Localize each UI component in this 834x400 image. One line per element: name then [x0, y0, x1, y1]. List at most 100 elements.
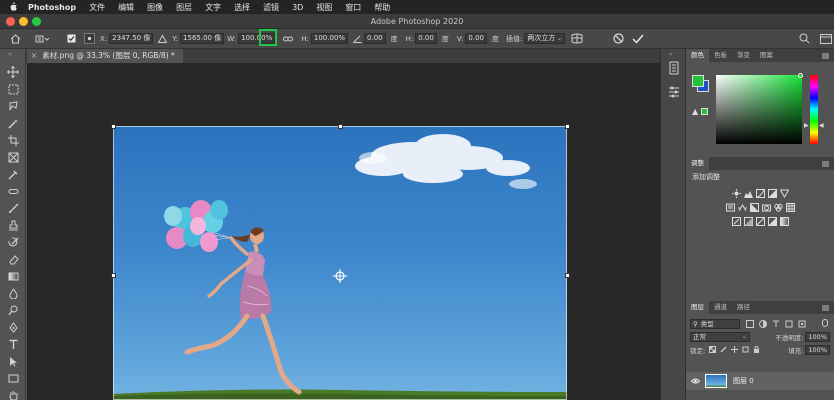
angle-field[interactable]: 0.00: [364, 33, 386, 44]
foreground-color-swatch[interactable]: [692, 75, 704, 87]
adjustment-filter-icon[interactable]: [759, 319, 767, 328]
blur-tool-icon[interactable]: [6, 286, 20, 300]
filter-toggle-icon[interactable]: [822, 318, 828, 329]
reference-point-icon[interactable]: [84, 33, 95, 44]
interpolation-select[interactable]: 两次立方 ⌄: [524, 33, 566, 44]
gamut-color-swatch[interactable]: [701, 108, 708, 115]
fill-field[interactable]: 100%: [805, 344, 830, 355]
reference-point-crosshair-icon[interactable]: [333, 269, 347, 283]
apple-icon[interactable]: [8, 2, 18, 12]
eraser-tool-icon[interactable]: [6, 252, 20, 266]
exposure-icon[interactable]: [767, 189, 777, 198]
pixel-filter-icon[interactable]: [746, 319, 754, 328]
color-picker-ring[interactable]: [798, 73, 803, 78]
lock-transparency-icon[interactable]: [709, 346, 717, 353]
layer-kind-filter[interactable]: ⚲ 类型: [690, 318, 740, 329]
collapse-rail-icon[interactable]: «: [669, 51, 673, 58]
black-white-icon[interactable]: [749, 203, 759, 212]
opacity-field[interactable]: 100%: [805, 331, 830, 342]
menu-file[interactable]: 文件: [89, 2, 105, 13]
hskew-field[interactable]: 0.00: [415, 33, 437, 44]
color-field[interactable]: [716, 75, 802, 144]
gradient-map-icon[interactable]: [779, 217, 789, 226]
brush-tool-icon[interactable]: [6, 201, 20, 215]
color-balance-icon[interactable]: [737, 203, 747, 212]
menu-3d[interactable]: 3D: [292, 3, 303, 12]
document-tab[interactable]: × 素材.png @ 33.3% (图层 0, RGB/8) *: [27, 49, 183, 63]
commit-transform-icon[interactable]: [632, 34, 644, 44]
blend-mode-select[interactable]: 正常 ⌄: [690, 331, 750, 342]
panel-menu-icon[interactable]: [822, 52, 829, 61]
healing-brush-tool-icon[interactable]: [6, 184, 20, 198]
tab-adjustments[interactable]: 调整: [686, 157, 709, 170]
hue-slider[interactable]: [810, 75, 818, 144]
x-field[interactable]: 2347.50 像: [109, 33, 154, 44]
transform-handle-tr[interactable]: [565, 124, 570, 129]
transform-handle-left[interactable]: [111, 273, 116, 278]
collapse-toolbar-icon[interactable]: »: [8, 51, 12, 58]
panel-menu-icon[interactable]: [822, 160, 829, 169]
menu-type[interactable]: 文字: [205, 2, 221, 13]
layer-thumbnail[interactable]: [705, 374, 727, 388]
menu-help[interactable]: 帮助: [374, 2, 390, 13]
dodge-tool-icon[interactable]: [6, 303, 20, 317]
tab-channels[interactable]: 通道: [709, 301, 732, 314]
tool-preset-icon[interactable]: [35, 34, 49, 44]
eye-icon[interactable]: [690, 377, 701, 386]
vskew-field[interactable]: 0.00: [465, 33, 488, 44]
transform-bounding-box[interactable]: [113, 126, 567, 400]
menu-image[interactable]: 图像: [147, 2, 163, 13]
home-icon[interactable]: [10, 33, 21, 44]
workspace-icon[interactable]: [820, 33, 833, 44]
layer-name[interactable]: 图层 0: [733, 376, 754, 386]
invert-icon[interactable]: [731, 217, 741, 226]
crop-tool-icon[interactable]: [6, 133, 20, 147]
lock-pixels-icon[interactable]: [720, 346, 727, 353]
tab-layers[interactable]: 图层: [686, 301, 709, 314]
panel-menu-icon[interactable]: [822, 304, 829, 313]
rectangle-tool-icon[interactable]: [6, 371, 20, 385]
posterize-icon[interactable]: [743, 217, 753, 226]
tab-gradients[interactable]: 渐变: [732, 49, 755, 62]
layer-row[interactable]: 图层 0: [686, 372, 834, 390]
smart-object-filter-icon[interactable]: [798, 320, 806, 328]
lock-artboard-icon[interactable]: [742, 346, 749, 353]
move-tool-icon[interactable]: [6, 65, 20, 79]
gradient-tool-icon[interactable]: [6, 269, 20, 283]
frame-tool-icon[interactable]: [6, 150, 20, 164]
levels-icon[interactable]: [743, 189, 753, 198]
color-lookup-icon[interactable]: [785, 203, 795, 212]
transform-handle-right[interactable]: [565, 273, 570, 278]
height-field[interactable]: 100.00%: [310, 33, 349, 44]
hand-tool-icon[interactable]: [6, 388, 20, 400]
tab-paths[interactable]: 路径: [732, 301, 755, 314]
pen-tool-icon[interactable]: [6, 320, 20, 334]
cancel-transform-icon[interactable]: [613, 33, 624, 44]
menu-edit[interactable]: 编辑: [118, 2, 134, 13]
lasso-tool-icon[interactable]: [6, 99, 20, 113]
lock-all-icon[interactable]: [753, 346, 760, 353]
tab-patterns[interactable]: 图案: [755, 49, 778, 62]
tab-swatches[interactable]: 色板: [709, 49, 732, 62]
shape-filter-icon[interactable]: [785, 320, 793, 328]
transform-handle-top[interactable]: [338, 124, 343, 129]
menu-view[interactable]: 视图: [316, 2, 332, 13]
search-icon[interactable]: [799, 33, 810, 44]
menu-window[interactable]: 窗口: [345, 2, 361, 13]
transform-handle-tl[interactable]: [111, 124, 116, 129]
eyedropper-tool-icon[interactable]: [6, 167, 20, 181]
hue-saturation-icon[interactable]: [725, 203, 735, 212]
menu-photoshop[interactable]: Photoshop: [28, 3, 76, 12]
selective-color-icon[interactable]: [767, 217, 777, 226]
menu-filter[interactable]: 滤镜: [263, 2, 279, 13]
channel-mixer-icon[interactable]: [773, 203, 783, 212]
type-tool-icon[interactable]: [6, 337, 20, 351]
threshold-icon[interactable]: [755, 217, 765, 226]
curves-icon[interactable]: [755, 189, 765, 198]
marquee-tool-icon[interactable]: [6, 82, 20, 96]
relative-position-icon[interactable]: [158, 34, 168, 43]
type-filter-icon[interactable]: [772, 320, 780, 328]
warp-icon[interactable]: [571, 33, 583, 44]
menu-layer[interactable]: 图层: [176, 2, 192, 13]
y-field[interactable]: 1565.00 像: [180, 33, 225, 44]
